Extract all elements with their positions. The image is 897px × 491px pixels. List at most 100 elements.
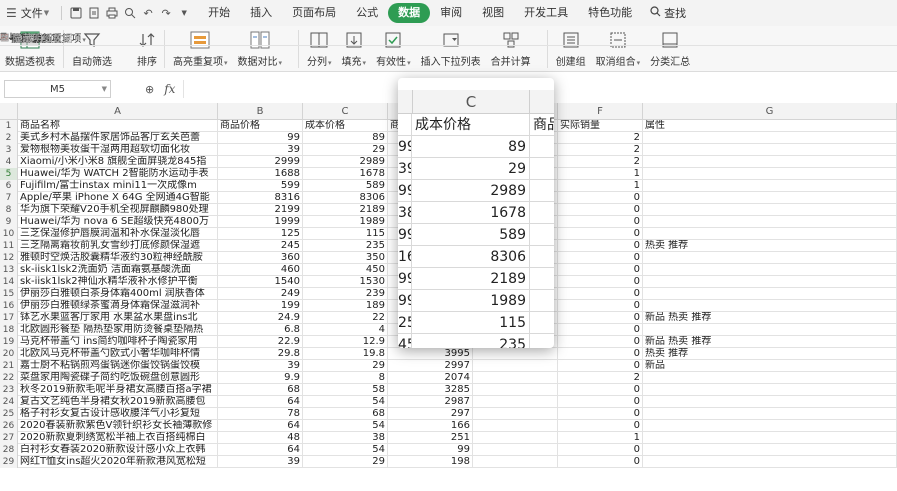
table-cell[interactable] [643, 264, 897, 276]
table-cell[interactable]: 199 [218, 300, 303, 312]
table-cell[interactable]: 189 [303, 300, 388, 312]
table-cell[interactable]: 19.8 [303, 348, 388, 360]
file-menu[interactable]: ☰ 文件 ▼ [0, 0, 57, 26]
print-preview-icon[interactable] [122, 5, 138, 21]
table-cell[interactable]: 0 [558, 456, 643, 468]
table-cell[interactable]: 0 [558, 396, 643, 408]
table-cell[interactable]: 9.9 [218, 372, 303, 384]
table-cell[interactable]: 450 [303, 264, 388, 276]
row-header[interactable]: 27 [0, 432, 18, 444]
table-cell[interactable]: 0 [558, 216, 643, 228]
table-cell[interactable]: 2 [558, 144, 643, 156]
table-cell[interactable]: 三芝隔离霜妆前乳女雪纱打底修颜保湿遮 [18, 240, 218, 252]
table-cell[interactable]: 39 [218, 456, 303, 468]
table-cell[interactable] [643, 144, 897, 156]
table-cell[interactable] [643, 276, 897, 288]
table-cell[interactable]: 3285 [388, 384, 473, 396]
table-cell[interactable]: 2 [558, 372, 643, 384]
table-cell[interactable]: Huawei/华为 WATCH 2智能防水运动手表 [18, 168, 218, 180]
row-header[interactable]: 15 [0, 288, 18, 300]
table-cell[interactable]: 1989 [303, 216, 388, 228]
row-header[interactable]: 19 [0, 336, 18, 348]
table-cell[interactable] [643, 372, 897, 384]
table-cell[interactable]: 22.9 [218, 336, 303, 348]
table-cell[interactable]: 0 [558, 288, 643, 300]
column-header-f[interactable]: F [558, 103, 643, 120]
table-cell[interactable] [473, 372, 558, 384]
table-cell[interactable]: sk-iisk1lsk2洗面奶 洁面霜氨基酸洗面 [18, 264, 218, 276]
column-header-c[interactable]: C [303, 103, 388, 120]
table-cell[interactable]: 马克杯带盖勺 ins简约咖啡杯子陶瓷家用 [18, 336, 218, 348]
table-cell[interactable]: 热卖 推荐 [643, 348, 897, 360]
table-cell[interactable] [643, 216, 897, 228]
table-cell[interactable]: 99 [218, 132, 303, 144]
column-header-g[interactable]: G [643, 103, 897, 120]
table-cell[interactable]: 54 [303, 444, 388, 456]
table-cell[interactable]: 29.8 [218, 348, 303, 360]
tab-home[interactable]: 开始 [198, 3, 240, 23]
table-cell[interactable]: 北欧圆形餐垫 隔热垫家用防烫餐桌垫隔热 [18, 324, 218, 336]
table-cell[interactable]: 秋冬2019新款毛呢半身裙女高腰百搭a字裙 [18, 384, 218, 396]
row-header[interactable]: 6 [0, 180, 18, 192]
table-cell[interactable]: 商品名称 [18, 120, 218, 132]
tab-formulas[interactable]: 公式 [346, 3, 388, 23]
tab-data[interactable]: 数据 [388, 3, 431, 23]
table-cell[interactable]: Xiaomi/小米小米8 旗舰全面屏骁龙845指 [18, 156, 218, 168]
table-cell[interactable]: Huawei/华为 nova 6 SE超级快充4800万 [18, 216, 218, 228]
table-cell[interactable]: 格子衬衫女复古设计感收腰洋气小衫复短 [18, 408, 218, 420]
table-cell[interactable] [473, 420, 558, 432]
table-cell[interactable]: 1 [558, 432, 643, 444]
table-cell[interactable]: 2020新款夏刺绣宽松半袖上衣百搭纯棉白 [18, 432, 218, 444]
name-box[interactable]: M5 ▼ [4, 80, 111, 98]
table-cell[interactable]: 三芝保湿修护唇膜润温和补水保湿淡化唇 [18, 228, 218, 240]
row-header[interactable]: 9 [0, 216, 18, 228]
table-cell[interactable] [643, 132, 897, 144]
table-cell[interactable]: 3995 [388, 348, 473, 360]
row-header[interactable]: 28 [0, 444, 18, 456]
table-cell[interactable] [643, 204, 897, 216]
table-cell[interactable]: 伊丽莎白雅顿白茶身体霜400ml 润肤香体 [18, 288, 218, 300]
table-cell[interactable]: 2 [558, 156, 643, 168]
table-cell[interactable]: 29 [303, 456, 388, 468]
table-cell[interactable] [473, 432, 558, 444]
table-cell[interactable]: 12.9 [303, 336, 388, 348]
tab-review[interactable]: 审阅 [430, 3, 472, 23]
table-cell[interactable]: 2 [558, 132, 643, 144]
table-cell[interactable] [643, 300, 897, 312]
table-cell[interactable]: 2999 [218, 156, 303, 168]
zoom-icon[interactable]: ⊕ [145, 83, 154, 96]
row-header[interactable]: 18 [0, 324, 18, 336]
table-cell[interactable] [643, 444, 897, 456]
table-cell[interactable]: 1 [558, 168, 643, 180]
row-header[interactable]: 23 [0, 384, 18, 396]
table-cell[interactable]: 54 [303, 420, 388, 432]
tab-developer[interactable]: 开发工具 [514, 3, 578, 23]
table-cell[interactable]: 64 [218, 420, 303, 432]
save-icon[interactable] [68, 5, 84, 21]
table-cell[interactable]: 实际销量 [558, 120, 643, 132]
pdf-export-icon[interactable] [86, 5, 102, 21]
table-cell[interactable]: 39 [218, 144, 303, 156]
undo-icon[interactable]: ↶ [140, 5, 156, 21]
row-header[interactable]: 12 [0, 252, 18, 264]
table-cell[interactable]: 雅顿时空焕活胶囊精华液约30粒神经酰胺 [18, 252, 218, 264]
table-cell[interactable]: 48 [218, 432, 303, 444]
table-cell[interactable]: 新品 [643, 360, 897, 372]
table-cell[interactable]: 0 [558, 408, 643, 420]
table-cell[interactable]: 白衬衫女春装2020新款设计感小众上衣韩 [18, 444, 218, 456]
table-cell[interactable]: 钵艺水果篮客厅家用 水果盆水果盘ins北 [18, 312, 218, 324]
table-cell[interactable]: 成本价格 [303, 120, 388, 132]
table-cell[interactable]: 0 [558, 204, 643, 216]
table-cell[interactable]: 0 [558, 264, 643, 276]
table-cell[interactable]: 新品 热卖 推荐 [643, 336, 897, 348]
table-cell[interactable]: 460 [218, 264, 303, 276]
table-cell[interactable]: 0 [558, 420, 643, 432]
row-header[interactable]: 10 [0, 228, 18, 240]
table-cell[interactable] [643, 180, 897, 192]
table-cell[interactable]: 125 [218, 228, 303, 240]
row-header[interactable]: 2 [0, 132, 18, 144]
table-cell[interactable]: 伊丽莎白雅顿绿茶蜜滴身体霜保湿滋润补 [18, 300, 218, 312]
table-cell[interactable]: 350 [303, 252, 388, 264]
table-cell[interactable]: 商品价格 [218, 120, 303, 132]
table-cell[interactable]: 2189 [303, 204, 388, 216]
